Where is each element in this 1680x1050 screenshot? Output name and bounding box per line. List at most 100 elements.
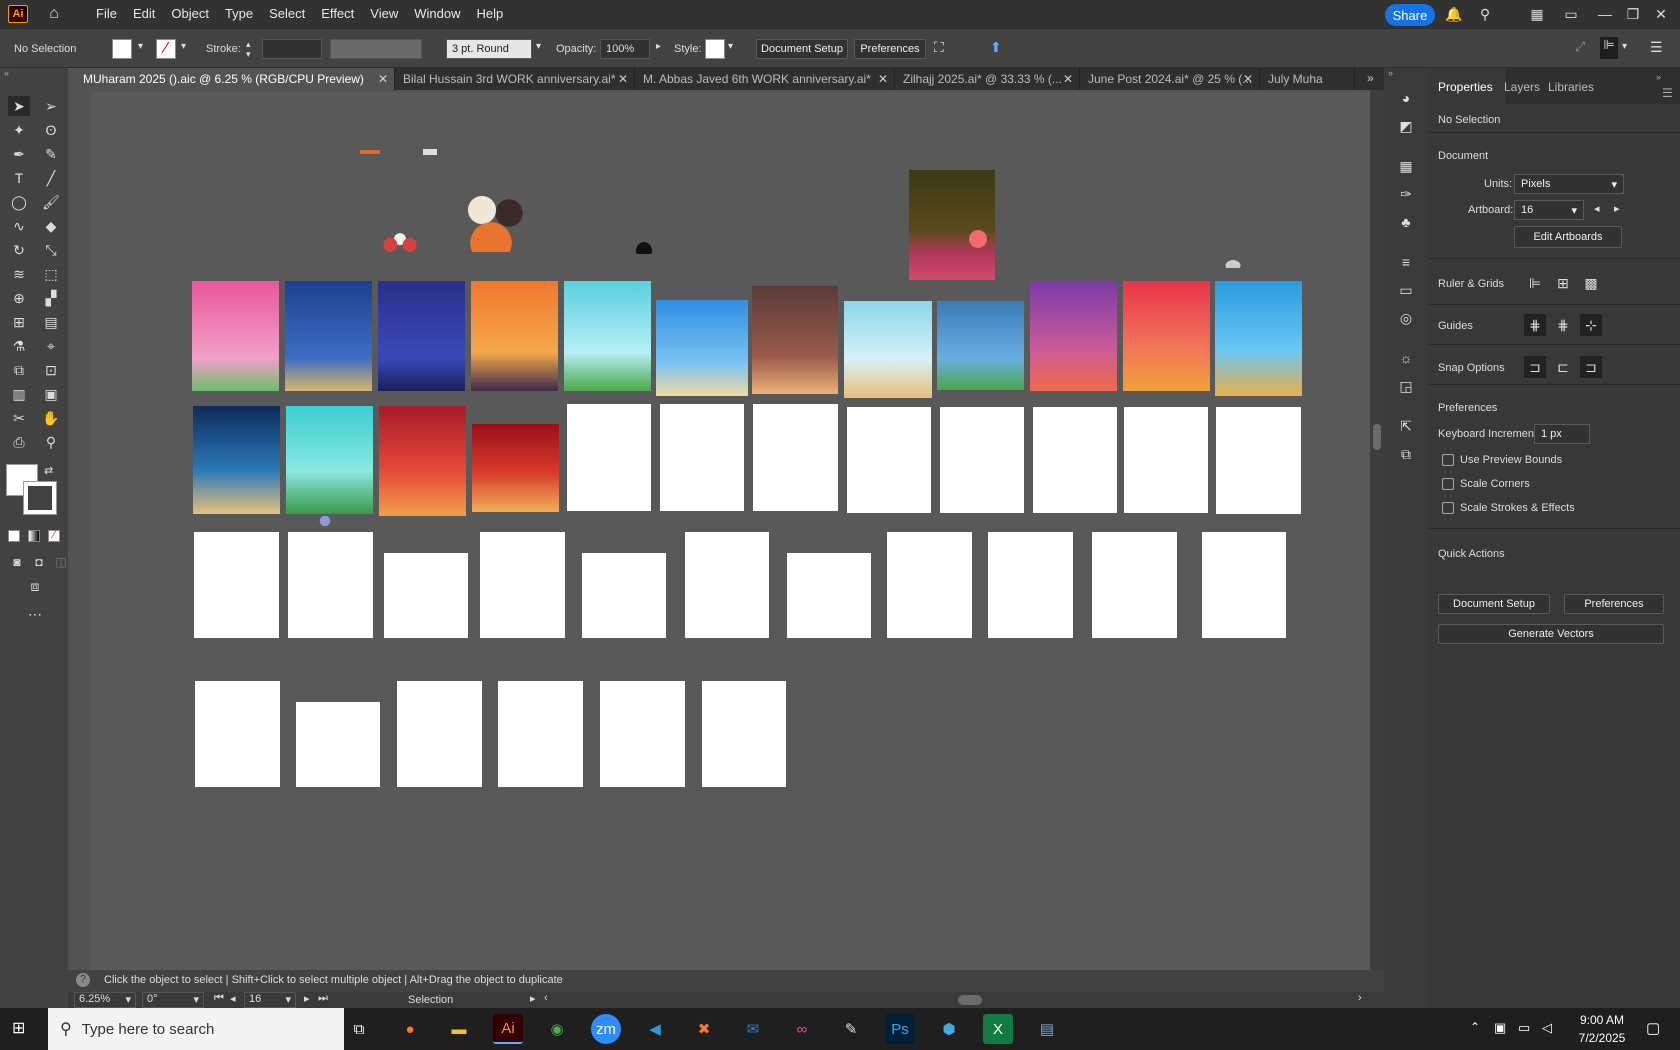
edit-artboards-button[interactable]: Edit Artboards [1514, 226, 1622, 248]
color-guide-icon[interactable]: ◩ [1396, 116, 1416, 136]
clock-time[interactable]: 9:00 AM [1572, 1013, 1632, 1027]
align-icon[interactable]: ⊫ [1600, 37, 1618, 59]
more-tools-icon[interactable]: ⋯ [24, 604, 46, 624]
collapse-icon[interactable]: « [4, 68, 9, 78]
artboard-design[interactable] [285, 281, 372, 391]
menu-object[interactable]: Object [163, 0, 217, 28]
artboard-desert[interactable] [909, 170, 995, 280]
recolor-icon[interactable]: ⬆ [990, 39, 1002, 56]
zoom-app-icon[interactable]: zm [591, 1014, 621, 1044]
artboards-panel-icon[interactable]: ⧉ [1396, 444, 1416, 464]
artboard-blank[interactable] [787, 553, 871, 638]
lasso-icon[interactable]: ʘ [40, 120, 62, 140]
firefox-icon[interactable]: ● [395, 1014, 425, 1044]
ruler-icon[interactable]: ⊫ [1524, 272, 1546, 294]
line-tool-icon[interactable]: ╱ [40, 168, 62, 188]
qa-document-setup-button[interactable]: Document Setup [1438, 594, 1550, 614]
selection-tool-icon[interactable]: ➤ [8, 96, 30, 116]
artboard-select[interactable]: 16 ▾ [1514, 200, 1584, 220]
scale-tool-icon[interactable]: ⤡ [40, 240, 62, 260]
chevron-up-icon[interactable]: ⌃ [1470, 1020, 1480, 1034]
bell-icon[interactable]: 🔔 [1445, 6, 1463, 22]
transform-icon[interactable]: ⤢ [1575, 39, 1585, 55]
stroke-swatch[interactable]: ⁄ [156, 39, 176, 59]
chevron-left-icon[interactable]: ‹ [544, 992, 548, 1004]
zoom-select[interactable]: 6.25% ▾ [74, 992, 136, 1008]
notepad-icon[interactable]: ▤ [1032, 1014, 1062, 1044]
symbols-icon[interactable]: ♣ [1396, 212, 1416, 232]
draw-behind-icon[interactable]: ◘ [28, 552, 50, 572]
artboard-design[interactable] [1215, 281, 1302, 396]
perspective-grid-icon[interactable]: ▞ [40, 288, 62, 308]
tab-layers[interactable]: Layers [1504, 80, 1540, 94]
workspace-icon[interactable]: ▦ [1528, 6, 1546, 22]
eyedropper-icon[interactable]: ⚗ [8, 336, 30, 356]
snap-to-grid-icon[interactable]: ⊏ [1552, 356, 1574, 378]
tab-june-post[interactable]: June Post 2024.ai* @ 25 % (... ✕ [1080, 68, 1260, 90]
artboard-design[interactable] [472, 424, 559, 512]
snap-to-point-icon[interactable]: ⊐ [1524, 356, 1546, 378]
draw-normal-icon[interactable]: ◙ [6, 552, 28, 572]
graphic-styles-icon[interactable]: ◲ [1396, 376, 1416, 396]
menu-type[interactable]: Type [217, 0, 261, 28]
artboard-design[interactable] [379, 406, 466, 516]
tab-july-muha[interactable]: July Muha [1260, 68, 1355, 90]
close-icon[interactable]: ✕ [1243, 68, 1253, 90]
preferences-button[interactable]: Preferences [854, 39, 926, 59]
magic-wand-icon[interactable]: ✦ [8, 120, 30, 140]
gradient-panel-icon[interactable]: ▭ [1396, 280, 1416, 300]
stroke-panel-icon[interactable]: ≡ [1396, 252, 1416, 272]
horizontal-scroll-thumb[interactable] [958, 995, 982, 1005]
pen-tool-icon[interactable]: ✒ [8, 144, 30, 164]
brush-definition[interactable]: 3 pt. Round [446, 39, 532, 59]
hand-tool-icon[interactable]: ✋ [40, 408, 62, 428]
fill-swatch[interactable] [112, 39, 132, 59]
menu-list-icon[interactable]: ☰ [1650, 39, 1663, 56]
photoshop-icon[interactable]: Ps [885, 1014, 915, 1044]
column-graph-icon[interactable]: ▥ [8, 384, 30, 404]
close-icon[interactable]: ✕ [878, 68, 888, 90]
shaper-tool-icon[interactable]: ∿ [8, 216, 30, 236]
artboard-design[interactable] [378, 281, 465, 391]
artboard-nav-select[interactable]: 16 ▾ [244, 992, 296, 1008]
transparency-grid-icon[interactable]: ▩ [1580, 272, 1602, 294]
swatches-icon[interactable]: ▦ [1396, 156, 1416, 176]
artboard-blank[interactable] [702, 681, 786, 787]
panel-menu-icon[interactable]: ☰ [1662, 86, 1673, 100]
artboard-blank[interactable] [498, 681, 583, 787]
file-explorer-icon[interactable]: ▬ [444, 1014, 474, 1044]
tab-properties[interactable]: Properties [1438, 80, 1493, 94]
search-icon[interactable]: ⚲ [1476, 6, 1494, 22]
appearance-icon[interactable]: ☼ [1396, 348, 1416, 368]
menu-window[interactable]: Window [406, 0, 468, 28]
artboard-blank[interactable] [1124, 407, 1208, 513]
vscode-icon[interactable]: ◀ [640, 1014, 670, 1044]
tab-libraries[interactable]: Libraries [1548, 80, 1594, 94]
screen-mode-icon[interactable]: ⧈ [24, 576, 46, 596]
artboard-blank[interactable] [660, 404, 744, 511]
show-guides-icon[interactable]: ⋕ [1524, 314, 1546, 336]
close-icon[interactable]: ✕ [618, 68, 628, 90]
chevron-down-icon[interactable]: ▾ [536, 41, 541, 52]
menu-effect[interactable]: Effect [313, 0, 362, 28]
minimize-icon[interactable]: — [1596, 6, 1614, 22]
chevron-down-icon[interactable]: ▾ [138, 41, 143, 52]
qa-preferences-button[interactable]: Preferences [1564, 594, 1664, 614]
outlook-icon[interactable]: ✉ [738, 1014, 768, 1044]
zoom-tool-icon[interactable]: ⚲ [40, 432, 62, 452]
canvas[interactable] [91, 92, 1370, 970]
clock-date[interactable]: 7/2/2025 [1572, 1031, 1632, 1045]
chevron-right-icon[interactable]: ▸ [656, 41, 661, 52]
slice-tool-icon[interactable]: ✂ [8, 408, 30, 428]
chrome-icon[interactable]: ◉ [542, 1014, 572, 1044]
chevron-right-icon[interactable]: ▸ [530, 992, 536, 1005]
symbol-sprayer-icon[interactable]: ⊡ [40, 360, 62, 380]
curvature-tool-icon[interactable]: ✎ [40, 144, 62, 164]
artboard-blank[interactable] [296, 702, 380, 787]
artboard-blank[interactable] [988, 532, 1073, 638]
panel-icon[interactable]: ▭ [1562, 6, 1580, 22]
next-artboard-icon[interactable]: ▸ [1614, 202, 1620, 215]
home-icon[interactable]: ⌂ [44, 5, 64, 23]
arrange-icon[interactable]: ⛶ [934, 39, 944, 56]
grid-icon[interactable]: ⊞ [1552, 272, 1574, 294]
